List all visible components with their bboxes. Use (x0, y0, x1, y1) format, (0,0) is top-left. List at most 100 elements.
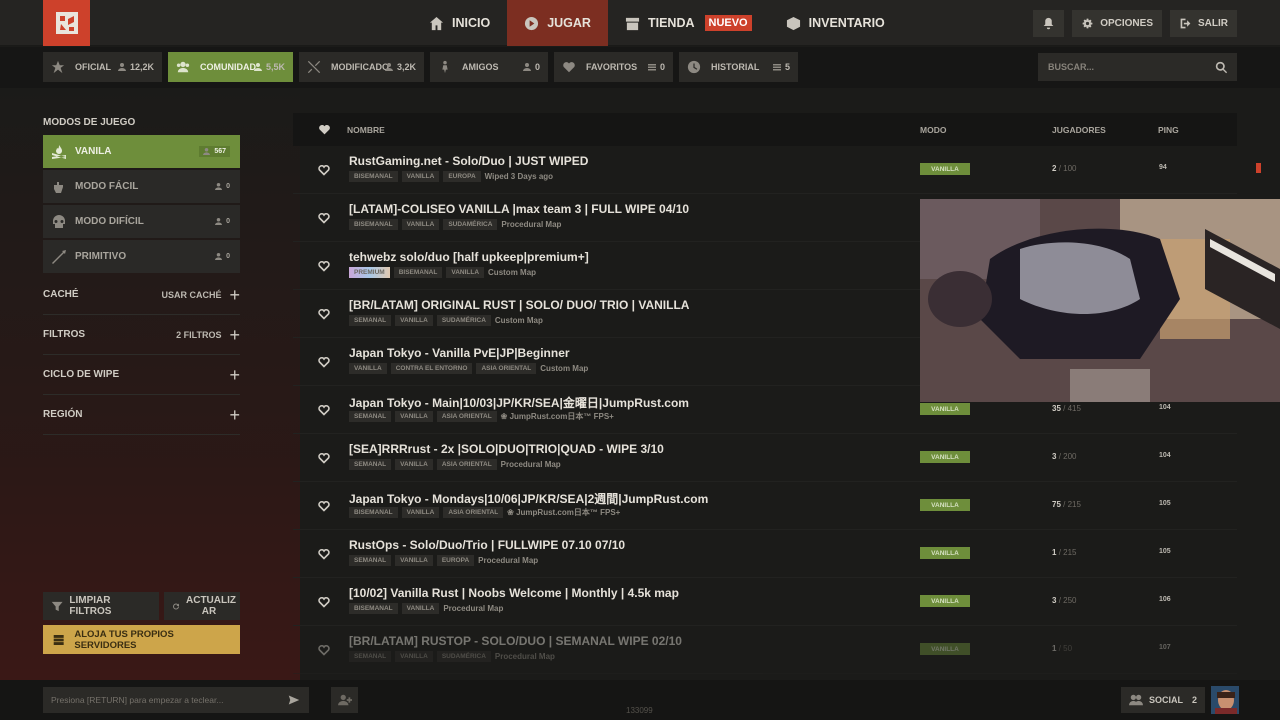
server-name: [LATAM]-COLISEO VANILLA |max team 3 | FU… (349, 202, 690, 216)
community-icon (176, 61, 190, 73)
favorite-heart-icon[interactable] (318, 403, 330, 416)
mode-primitivo[interactable]: PRIMITIVO 0 (43, 240, 240, 273)
server-mode-badge: VANILLA (920, 163, 970, 175)
server-row[interactable]: [BR/LATAM] RUSTOP - SOLO/DUO | SEMANAL W… (293, 626, 1237, 674)
mode-dificil-count: 0 (226, 218, 230, 225)
server-ping: 106 (1159, 596, 1171, 603)
server-tag: ASIA ORIENTAL (436, 459, 497, 470)
refresh-button[interactable]: ACTUALIZ AR (164, 592, 240, 620)
cache-row[interactable]: CACHÉ USAR CACHÉ + (43, 275, 240, 315)
social-button[interactable]: SOCIAL 2 (1121, 687, 1205, 713)
plus-icon: + (229, 364, 240, 385)
player-icon (522, 63, 531, 71)
favorite-heart-icon[interactable] (318, 163, 330, 176)
player-icon (253, 63, 262, 71)
avatar[interactable] (1211, 686, 1239, 714)
rust-logo-icon (55, 12, 78, 34)
chat-placeholder: Presiona [RETURN] para empezar a teclear… (51, 695, 224, 705)
tab-favoritos[interactable]: FAVORITOS 0 (554, 52, 673, 82)
wipe-cycle-row[interactable]: CICLO DE WIPE + (43, 355, 240, 395)
favorite-heart-icon[interactable] (318, 259, 330, 272)
tab-comunidad[interactable]: COMUNIDAD 5,5K (168, 52, 293, 82)
favorite-heart-icon[interactable] (318, 547, 330, 560)
nav-inicio-label: INICIO (452, 16, 491, 30)
server-map-info: ❀ JumpRust.com日本™ FPS+ (500, 412, 614, 421)
player-icon (203, 148, 211, 155)
server-mode-badge: VANILLA (920, 643, 970, 655)
list-icon (647, 64, 656, 71)
server-players: 1 / 50 (1052, 644, 1073, 653)
player-icon (384, 63, 393, 71)
tab-modificado-count: 3,2K (396, 62, 416, 72)
server-tag: VANILLA (349, 363, 387, 374)
column-ping[interactable]: PING (1158, 125, 1179, 135)
party-button[interactable] (331, 687, 358, 713)
nav-tienda[interactable]: TIENDA NUEVO (608, 0, 769, 46)
server-tag: VANILLA (395, 555, 433, 566)
tab-favoritos-label: FAVORITOS (586, 62, 638, 72)
server-row[interactable]: Japan Tokyo - Mondays|10/06|JP/KR/SEA|2週… (293, 482, 1237, 530)
nav-jugar[interactable]: JUGAR (507, 0, 608, 46)
exit-button[interactable]: SALIR (1170, 10, 1237, 37)
notifications-button[interactable] (1033, 10, 1065, 37)
server-tag: SEMANAL (349, 411, 392, 422)
nav-inventario[interactable]: INVENTARIO (769, 0, 902, 46)
server-players: 3 / 200 (1052, 452, 1077, 461)
tab-historial[interactable]: HISTORIAL 5 (679, 52, 798, 82)
tab-modificado[interactable]: MODIFICADO 3,2K (299, 52, 424, 82)
server-row[interactable]: RustOps - Solo/Duo/Trio | FULLWIPE 07.10… (293, 530, 1237, 578)
social-count: 2 (1191, 695, 1197, 705)
tab-oficial[interactable]: OFICIAL 12,2K (43, 52, 162, 82)
favorite-heart-icon[interactable] (318, 643, 330, 656)
friends-icon (1129, 694, 1143, 706)
mode-dificil[interactable]: MODO DIFÍCIL 0 (43, 205, 240, 238)
server-tag: EUROPA (436, 555, 475, 566)
region-row[interactable]: REGIÓN + (43, 395, 240, 435)
options-button[interactable]: OPCIONES (1072, 10, 1162, 37)
server-tag: VANILLA (446, 267, 485, 278)
scrollbar-marker[interactable] (1256, 163, 1261, 173)
cache-value: USAR CACHÉ (161, 289, 222, 300)
chat-input[interactable]: Presiona [RETURN] para empezar a teclear… (43, 687, 309, 713)
search-input[interactable]: BUSCAR... (1038, 53, 1237, 81)
server-tag: ASIA ORIENTAL (476, 363, 537, 374)
tab-oficial-label: OFICIAL (75, 62, 111, 72)
column-players[interactable]: JUGADORES (1052, 125, 1106, 135)
webcam-image (920, 199, 1280, 402)
favorite-heart-icon[interactable] (318, 307, 330, 320)
avatar-image (1211, 686, 1239, 714)
nav-tienda-label: TIENDA (647, 16, 695, 30)
host-servers-button[interactable]: ALOJA TUS PROPIOS SERVIDORES (43, 625, 240, 654)
column-name[interactable]: NOMBRE (347, 125, 385, 135)
favorite-heart-icon[interactable] (318, 595, 330, 608)
favorite-column-icon[interactable] (318, 123, 331, 136)
server-row[interactable]: [10/02] Vanilla Rust | Noobs Welcome | M… (293, 578, 1237, 626)
sidebar: MODOS DE JUEGO VANILA 567 MODO FÁCIL 0 M… (43, 117, 240, 435)
mode-vanila[interactable]: VANILA 567 (43, 135, 240, 168)
server-tags: BISEMANAL VANILLA Procedural Map (349, 603, 503, 614)
favorite-heart-icon[interactable] (318, 211, 330, 224)
plus-icon: + (229, 404, 240, 425)
favorite-heart-icon[interactable] (318, 355, 330, 368)
server-tag: VANILLA (401, 603, 440, 614)
server-map-info: Procedural Map (500, 460, 561, 469)
tab-amigos[interactable]: AMIGOS 0 (430, 52, 548, 82)
server-map-info: Wiped 3 Days ago (484, 172, 554, 181)
column-mode[interactable]: MODO (920, 125, 946, 135)
mode-facil[interactable]: MODO FÁCIL 0 (43, 170, 240, 203)
server-row[interactable]: [SEA]RRRrust - 2x |SOLO|DUO|TRIO|QUAD - … (293, 434, 1237, 482)
player-icon (117, 63, 126, 71)
clear-filters-button[interactable]: LIMPIAR FILTROS (43, 592, 159, 620)
list-header: NOMBRE MODO JUGADORES PING (293, 113, 1237, 146)
send-icon[interactable] (288, 694, 300, 706)
filters-row[interactable]: FILTROS 2 FILTROS + (43, 315, 240, 355)
server-ping: 104 (1159, 452, 1171, 459)
favorite-heart-icon[interactable] (318, 499, 330, 512)
rust-logo-button[interactable] (43, 0, 90, 46)
server-row[interactable]: RustGaming.net - Solo/Duo | JUST WIPED BI… (293, 146, 1237, 194)
favorite-heart-icon[interactable] (318, 451, 330, 464)
server-tag: VANILLA (395, 411, 433, 422)
server-tags: BISEMANAL VANILLA ASIA ORIENTAL ❀ JumpRust.… (349, 507, 620, 518)
mode-vanila-label: VANILA (75, 146, 112, 157)
nav-inicio[interactable]: INICIO (412, 0, 507, 46)
